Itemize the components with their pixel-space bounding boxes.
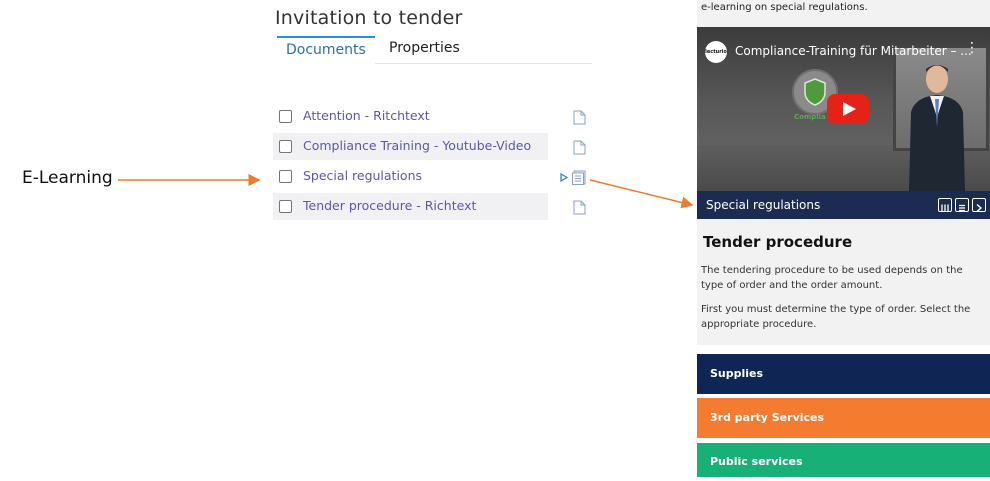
channel-logo[interactable]: lecturio (705, 41, 727, 63)
row-checkbox[interactable] (279, 200, 292, 213)
video-title[interactable]: Compliance-Training für Mitarbeiter – ..… (735, 44, 972, 58)
document-icon[interactable] (573, 140, 586, 155)
document-icon[interactable] (955, 198, 969, 212)
row-checkbox[interactable] (279, 140, 292, 153)
panel-title: Invitation to tender (275, 7, 463, 29)
preview-link-arrow (589, 179, 694, 209)
video-caption-bar: Special regulations (697, 191, 990, 219)
public-services-button[interactable]: Public services (697, 443, 990, 477)
document-icon[interactable] (573, 110, 586, 125)
document-row[interactable]: Special regulations (273, 163, 548, 190)
third-party-services-button[interactable]: 3rd party Services (697, 398, 990, 438)
document-link[interactable]: Tender procedure - Richtext (303, 198, 476, 213)
video-bar-label: Special regulations (706, 198, 821, 212)
library-icon[interactable] (938, 198, 952, 212)
document-list-icon[interactable] (572, 170, 586, 185)
expand-arrow-icon[interactable] (560, 173, 568, 182)
section-paragraph: First you must determine the type of ord… (701, 304, 971, 330)
document-row[interactable]: Tender procedure - Richtext (273, 193, 548, 220)
badge-caption: Complia (794, 113, 826, 121)
document-row[interactable]: Attention - Ritchtext (273, 103, 548, 130)
document-link[interactable]: Special regulations (303, 168, 422, 183)
supplies-button[interactable]: Supplies (697, 354, 990, 394)
tab-bar: Documents Properties (277, 36, 592, 66)
more-vertical-icon[interactable]: ⋮ (965, 41, 979, 55)
document-link[interactable]: Attention - Ritchtext (303, 108, 430, 123)
youtube-play-icon[interactable] (827, 94, 869, 124)
row-checkbox[interactable] (279, 110, 292, 123)
document-icon[interactable] (573, 200, 586, 215)
callout-label: E-Learning (22, 168, 113, 188)
tab-documents[interactable]: Documents (277, 36, 375, 66)
presenter-figure (909, 65, 965, 191)
tab-properties[interactable]: Properties (380, 36, 469, 62)
document-row[interactable]: Compliance Training - Youtube-Video (273, 133, 548, 160)
intro-text: e-learning on special regulations. (701, 2, 868, 13)
section-paragraph: The tendering procedure to be used depen… (701, 265, 963, 291)
video-player[interactable]: lecturio Compliance-Training für Mitarbe… (697, 27, 990, 191)
document-link[interactable]: Compliance Training - Youtube-Video (303, 138, 531, 153)
section-heading: Tender procedure (703, 233, 853, 251)
row-checkbox[interactable] (279, 170, 292, 183)
next-icon[interactable] (972, 198, 986, 213)
